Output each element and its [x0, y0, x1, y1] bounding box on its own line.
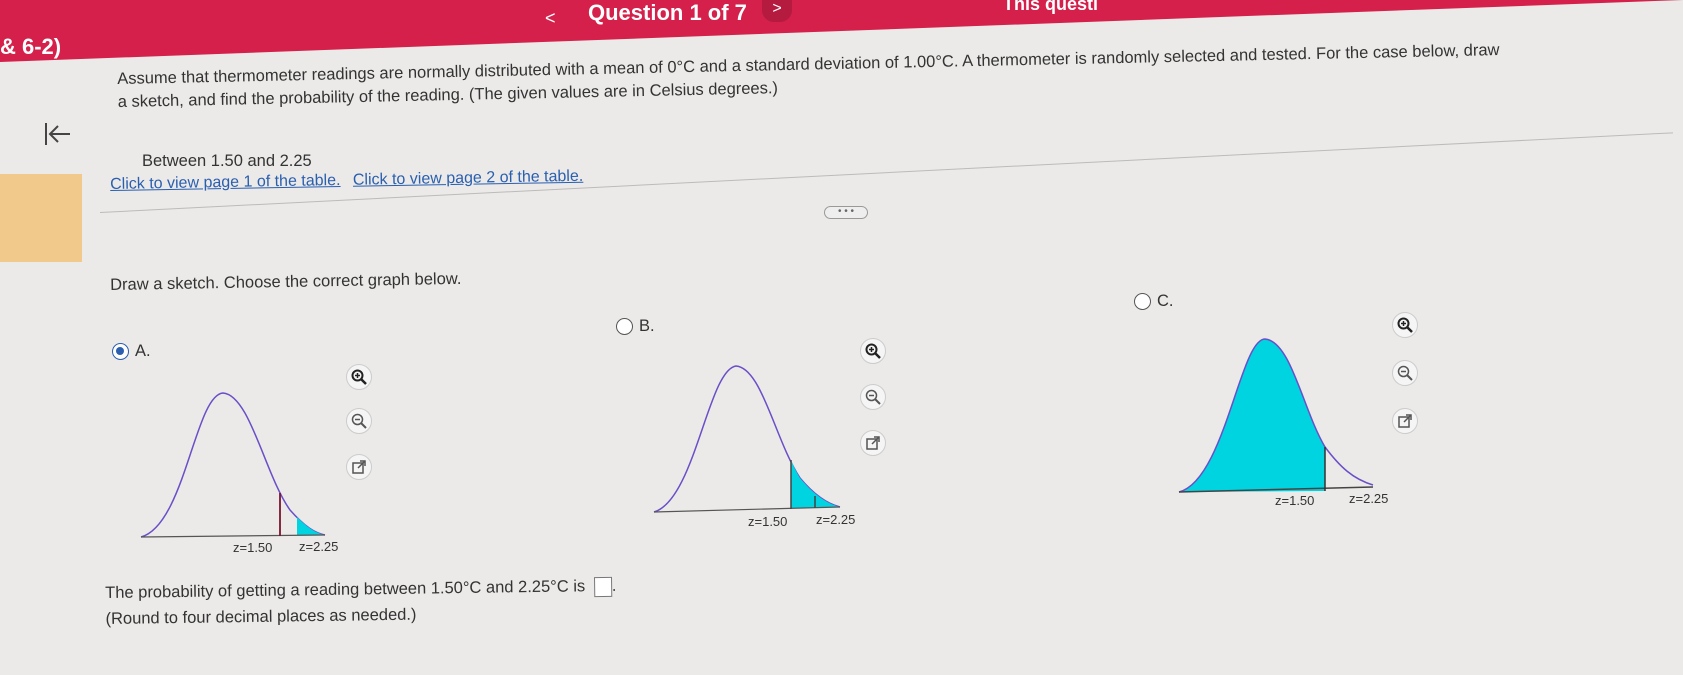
option-b-graph: z=1.50 z=2.25 [653, 365, 855, 529]
option-b-curve [653, 365, 841, 513]
option-a-graph: z=1.50 z=2.25 [140, 392, 338, 555]
case-text: Between 1.50 and 2.25 [142, 152, 312, 170]
option-c-radio[interactable] [1134, 293, 1151, 310]
option-a-radio[interactable] [112, 343, 129, 360]
table-page-1-link[interactable]: Click to view page 1 of the table. [110, 172, 341, 193]
zoom-out-icon[interactable] [1392, 360, 1418, 386]
sidebar-accent [0, 174, 82, 262]
option-a[interactable]: A. [112, 342, 151, 361]
open-new-window-icon[interactable] [346, 454, 372, 480]
open-new-window-icon[interactable] [1392, 408, 1418, 434]
more-button[interactable]: • • • [824, 206, 868, 219]
option-b[interactable]: B. [616, 317, 655, 336]
question-title: Question 1 of 7 [588, 0, 747, 25]
zoom-in-icon[interactable] [346, 364, 372, 390]
option-c-z2-label: z=2.25 [1349, 491, 1388, 506]
open-new-window-icon[interactable] [860, 430, 886, 456]
zoom-in-icon[interactable] [1392, 312, 1418, 338]
answer-section: The probability of getting a reading bet… [105, 573, 617, 632]
next-question-button[interactable]: > [762, 0, 792, 22]
option-a-z1-label: z=1.50 [233, 540, 272, 555]
option-a-axis [140, 534, 326, 538]
option-a-shaded-region [297, 517, 325, 535]
option-a-letter: A. [135, 342, 151, 360]
option-b-letter: B. [639, 317, 655, 335]
option-b-axis [653, 506, 841, 513]
previous-question-button[interactable]: < [545, 8, 556, 29]
option-c[interactable]: C. [1134, 292, 1174, 311]
zoom-in-icon[interactable] [860, 338, 886, 364]
zoom-out-icon[interactable] [346, 408, 372, 434]
answer-prompt: The probability of getting a reading bet… [105, 577, 586, 602]
option-a-curve [140, 392, 326, 538]
option-c-shaded-region [1179, 339, 1325, 492]
draw-prompt: Draw a sketch. Choose the correct graph … [110, 269, 462, 294]
option-b-radio[interactable] [616, 318, 633, 335]
option-c-letter: C. [1157, 292, 1174, 310]
option-b-z2-label: z=2.25 [816, 512, 855, 527]
option-c-graph: z=1.50 z=2.25 [1178, 338, 1388, 508]
chapter-label: & 6-2) [0, 34, 62, 59]
collapse-left-icon[interactable] [42, 120, 72, 155]
this-question-label: This questi [1003, 0, 1099, 14]
table-page-2-link[interactable]: Click to view page 2 of the table. [353, 168, 584, 189]
option-a-z2-label: z=2.25 [299, 539, 338, 554]
option-b-z1-label: z=1.50 [748, 514, 787, 529]
option-c-z1-label: z=1.50 [1275, 493, 1314, 508]
zoom-out-icon[interactable] [860, 384, 886, 410]
answer-input[interactable] [593, 576, 612, 597]
